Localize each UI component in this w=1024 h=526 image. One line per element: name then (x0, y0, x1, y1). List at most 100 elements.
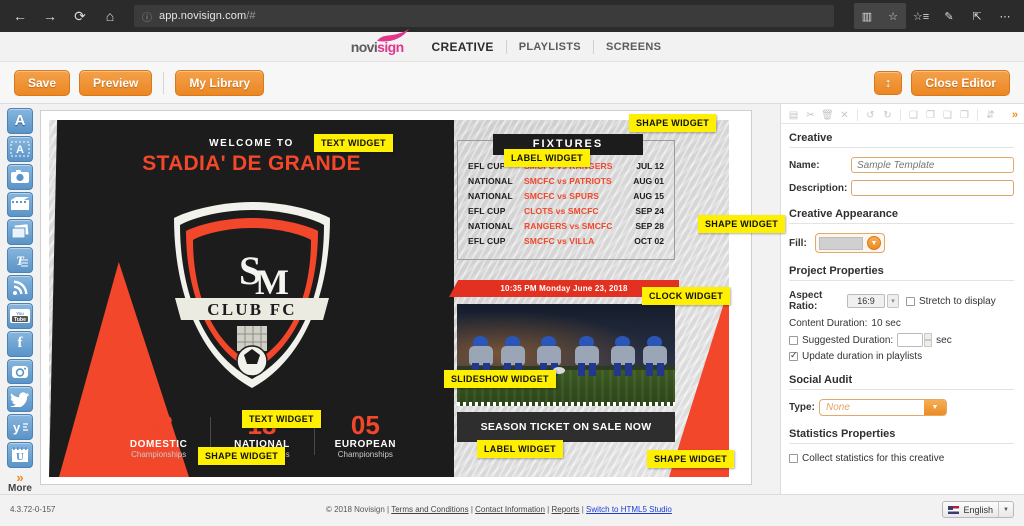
reports-link[interactable]: Reports (551, 505, 579, 514)
switch-html5-studio-link[interactable]: Switch to HTML5 Studio (586, 505, 672, 514)
yahoo-weather-widget-icon[interactable]: y (7, 414, 33, 441)
stadium-title-text[interactable]: STADIA' DE GRANDE (49, 152, 454, 176)
reload-icon[interactable]: ⟳ (66, 3, 94, 29)
home-icon[interactable]: ⌂ (96, 3, 124, 29)
copy-icon[interactable]: ▤ (787, 109, 800, 122)
twitter-widget-icon[interactable] (7, 386, 33, 413)
cut-icon[interactable]: ✂ (804, 109, 817, 122)
stat-domestic[interactable]: 43 DOMESTIC Championships (107, 411, 210, 459)
resize-icon[interactable]: ↕ (873, 70, 903, 95)
terms-link[interactable]: Terms and Conditions (391, 505, 468, 514)
chevron-down-icon[interactable]: ▼ (924, 400, 946, 415)
social-type-value: None (826, 402, 850, 413)
properties-body: Creative Name: Description: Creative App… (781, 124, 1024, 464)
fixture-date: JUL 12 (636, 161, 664, 171)
contact-link[interactable]: Contact Information (475, 505, 545, 514)
share-icon[interactable]: ⇱ (964, 3, 990, 29)
web-notes-icon[interactable]: ✎ (936, 3, 962, 29)
slide-design[interactable]: WELCOME TO STADIA' DE GRANDE S M CLUB FC (49, 120, 729, 477)
welcome-text[interactable]: WELCOME TO (49, 138, 454, 149)
more-ellipsis-icon[interactable]: ⋯ (992, 3, 1018, 29)
star-icon[interactable]: ☆ (880, 3, 906, 29)
align-icon[interactable]: ⇵ (984, 109, 997, 122)
red-triangle-shape-right[interactable] (669, 287, 729, 477)
description-input[interactable] (851, 180, 1014, 196)
svg-text:y: y (13, 420, 21, 435)
fixture-match: SMCFC vs PATRIOTS (524, 176, 612, 186)
more-widgets-label: More (8, 482, 32, 494)
aspect-ratio-row: Aspect Ratio: 16:9 ▾ Stretch to display (789, 290, 1014, 312)
address-bar[interactable]: ⓘ app.novisign.com/# (134, 5, 834, 27)
copyright-label: © 2018 Novisign (325, 505, 385, 514)
tab-playlists[interactable]: PLAYLISTS (505, 39, 593, 54)
tab-creative[interactable]: CREATIVE (420, 40, 506, 54)
bring-forward-icon[interactable]: ❑ (941, 109, 954, 122)
aspect-ratio-label: Aspect Ratio: (789, 290, 823, 312)
description-field-row: Description: (789, 180, 1014, 196)
slideshow-widget[interactable] (457, 304, 675, 406)
tab-screens[interactable]: SCREENS (592, 39, 673, 54)
remove-icon[interactable]: ✕ (838, 109, 851, 122)
stretch-to-display-row[interactable]: Stretch to display (906, 296, 996, 307)
club-crest-logo[interactable]: S M CLUB FC (167, 198, 337, 393)
collect-statistics-label: Collect statistics for this creative (802, 453, 945, 464)
chevron-down-icon[interactable]: ▼ (867, 236, 881, 250)
rss-widget-icon[interactable] (7, 275, 33, 301)
preview-button[interactable]: Preview (79, 69, 153, 96)
ticket-banner-label[interactable]: SEASON TICKET ON SALE NOW (457, 412, 675, 442)
chevron-down-icon[interactable]: ▼ (998, 502, 1013, 517)
aspect-ratio-value[interactable]: 16:9 (847, 294, 885, 308)
fill-color-picker[interactable]: ▼ (815, 233, 885, 253)
name-field-row: Name: (789, 157, 1014, 173)
rich-text-widget-icon[interactable]: A (7, 135, 33, 162)
my-library-button[interactable]: My Library (175, 69, 265, 96)
suggested-duration-input[interactable] (897, 333, 924, 347)
fill-color-swatch[interactable] (819, 236, 863, 250)
redo-icon[interactable]: ↻ (881, 109, 894, 122)
canvas-area[interactable]: WELCOME TO STADIA' DE GRANDE S M CLUB FC (40, 104, 786, 494)
send-backward-icon[interactable]: ❒ (958, 109, 971, 122)
more-widgets-button[interactable]: » More (8, 471, 32, 494)
close-editor-button[interactable]: Close Editor (911, 69, 1010, 96)
undo-icon[interactable]: ↺ (864, 109, 877, 122)
tag-shape-widget-br: SHAPE WIDGET (647, 450, 735, 468)
suggested-duration-row[interactable]: Suggested Duration: sec (789, 333, 1014, 347)
collect-statistics-checkbox[interactable] (789, 454, 798, 463)
update-duration-checkbox[interactable] (789, 350, 798, 361)
aspect-ratio-dropdown-icon[interactable]: ▾ (887, 294, 899, 308)
forward-arrow-icon[interactable]: → (36, 3, 64, 29)
table-row: NATIONAL SMCFC vs SPURS AUG 15 (468, 191, 664, 201)
back-arrow-icon[interactable]: ← (6, 3, 34, 29)
language-selector[interactable]: English ▼ (942, 501, 1014, 518)
save-button[interactable]: Save (14, 69, 71, 96)
video-widget-icon[interactable] (7, 191, 33, 218)
stretch-checkbox[interactable] (906, 296, 915, 306)
table-widget-icon[interactable]: T (7, 247, 33, 274)
delete-icon[interactable]: 🗑 (821, 109, 834, 122)
stat-european[interactable]: 05 EUROPEAN Championships (313, 411, 417, 459)
photo-player (611, 336, 635, 376)
name-input[interactable] (851, 157, 1014, 173)
send-to-back-icon[interactable]: ❐ (924, 109, 937, 122)
text-widget-icon[interactable]: A (7, 108, 33, 134)
social-type-select[interactable]: None ▼ (819, 399, 947, 416)
image-widget-icon[interactable] (7, 163, 33, 190)
reading-view-icon[interactable]: ▥ (854, 3, 880, 29)
youtube-widget-icon[interactable]: You Tube (7, 302, 33, 329)
suggested-duration-stepper[interactable] (924, 333, 933, 347)
expand-panel-chevron-icon[interactable]: » (1012, 109, 1018, 121)
facebook-widget-icon[interactable]: f (7, 330, 33, 357)
toolbar-divider (857, 109, 858, 121)
appearance-section-heading: Creative Appearance (789, 208, 1014, 224)
instagram-widget-icon[interactable] (7, 358, 33, 385)
fixture-date: SEP 28 (635, 221, 664, 231)
favorites-hub-icon[interactable]: ☆≡ (908, 3, 934, 29)
calendar-widget-icon[interactable]: U (7, 442, 33, 468)
stat-label: DOMESTIC (129, 439, 188, 450)
update-duration-row[interactable]: Update duration in playlists (789, 350, 1014, 362)
bring-to-front-icon[interactable]: ❏ (907, 109, 920, 122)
suggested-duration-checkbox[interactable] (789, 335, 798, 345)
collect-statistics-row[interactable]: Collect statistics for this creative (789, 453, 1014, 464)
slideshow-widget-icon[interactable] (7, 219, 33, 246)
novisign-logo[interactable]: novisign (351, 28, 409, 55)
